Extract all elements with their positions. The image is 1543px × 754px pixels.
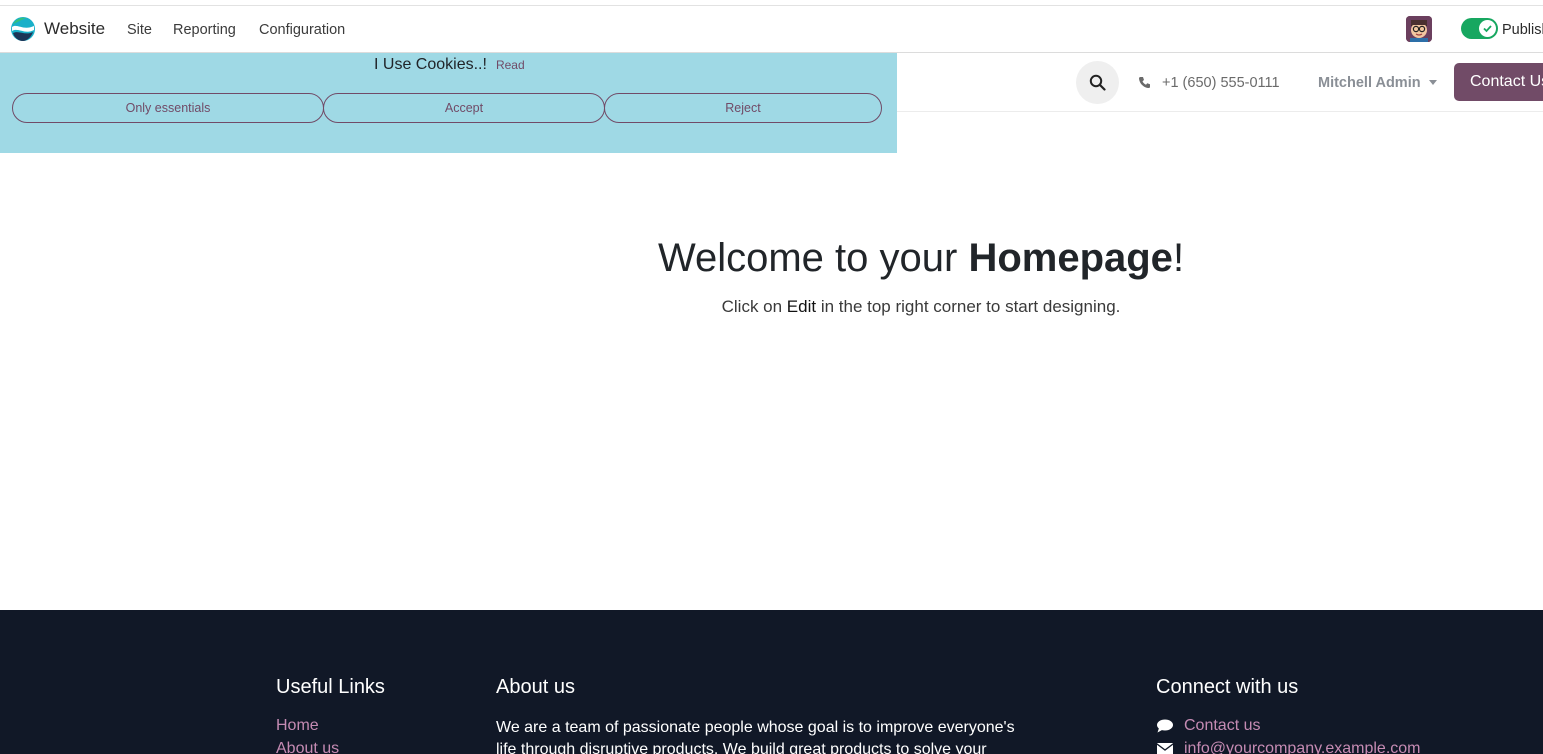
publish-toggle[interactable] bbox=[1461, 18, 1498, 39]
footer-contact-us-link[interactable]: Contact us bbox=[1156, 717, 1260, 735]
user-avatar-icon[interactable] bbox=[1406, 16, 1432, 42]
welcome-suffix: ! bbox=[1172, 236, 1185, 280]
footer-about-text: We are a team of passionate people whose… bbox=[496, 719, 1015, 754]
search-button[interactable] bbox=[1076, 61, 1119, 104]
footer-email-label[interactable]: info@yourcompany.example.com bbox=[1184, 740, 1421, 754]
phone-number[interactable]: +1 (650) 555-0111 bbox=[1162, 75, 1280, 91]
app-brand[interactable]: Website bbox=[10, 16, 105, 42]
page-title: Welcome to your Homepage! bbox=[0, 236, 1543, 281]
search-icon bbox=[1089, 74, 1106, 91]
envelope-icon bbox=[1156, 743, 1174, 754]
phone-link[interactable]: +1 (650) 555-0111 bbox=[1138, 53, 1280, 112]
chat-bubble-icon bbox=[1157, 719, 1173, 733]
cookie-bar: I Use Cookies..! Read Only essentials Ac… bbox=[0, 53, 897, 153]
user-name[interactable]: Mitchell Admin bbox=[1318, 75, 1421, 91]
reject-button[interactable]: Reject bbox=[604, 93, 882, 123]
footer-link-about-us[interactable]: About us bbox=[276, 740, 339, 754]
only-essentials-button[interactable]: Only essentials bbox=[12, 93, 324, 123]
page-subtitle: Click on Edit in the top right corner to… bbox=[0, 297, 1543, 317]
subtitle-prefix: Click on bbox=[721, 297, 787, 316]
website-logo-icon bbox=[11, 17, 35, 41]
backend-navbar: Website Site Reporting Configuration Pub… bbox=[0, 6, 1543, 53]
subtitle-bold: Edit bbox=[786, 297, 817, 316]
footer-useful-links-title: Useful Links bbox=[276, 676, 385, 698]
user-menu[interactable]: Mitchell Admin bbox=[1318, 53, 1437, 112]
footer: Useful Links About us Connect with us Ho… bbox=[0, 610, 1543, 754]
menu-configuration[interactable]: Configuration bbox=[259, 6, 345, 53]
footer-link-home[interactable]: Home bbox=[276, 717, 319, 735]
cookie-title-text: I Use Cookies..! bbox=[374, 56, 487, 73]
publish-label[interactable]: Publish bbox=[1502, 6, 1543, 53]
app-name: Website bbox=[44, 19, 106, 38]
menu-configuration-label[interactable]: Configuration bbox=[259, 22, 345, 38]
menu-reporting-label[interactable]: Reporting bbox=[173, 22, 236, 38]
footer-contact-us-label[interactable]: Contact us bbox=[1184, 717, 1260, 735]
welcome-prefix: Welcome to your bbox=[657, 236, 969, 280]
footer-email-link[interactable]: info@yourcompany.example.com bbox=[1156, 740, 1421, 754]
subtitle-suffix: in the top right corner to start designi… bbox=[816, 297, 1121, 316]
welcome-bold: Homepage bbox=[968, 236, 1173, 280]
contact-us-button[interactable]: Contact Us bbox=[1454, 63, 1543, 101]
cookie-read-link[interactable]: Read bbox=[496, 58, 525, 72]
menu-reporting[interactable]: Reporting bbox=[173, 6, 236, 53]
cookie-title: I Use Cookies..! Read bbox=[374, 53, 525, 77]
menu-site-label[interactable]: Site bbox=[127, 22, 152, 38]
phone-icon bbox=[1139, 77, 1150, 88]
footer-about-title: About us bbox=[496, 676, 575, 698]
check-icon bbox=[1479, 20, 1496, 37]
caret-down-icon bbox=[1428, 80, 1437, 85]
menu-site[interactable]: Site bbox=[127, 6, 152, 53]
accept-button[interactable]: Accept bbox=[323, 93, 605, 123]
footer-connect-title: Connect with us bbox=[1156, 676, 1299, 698]
